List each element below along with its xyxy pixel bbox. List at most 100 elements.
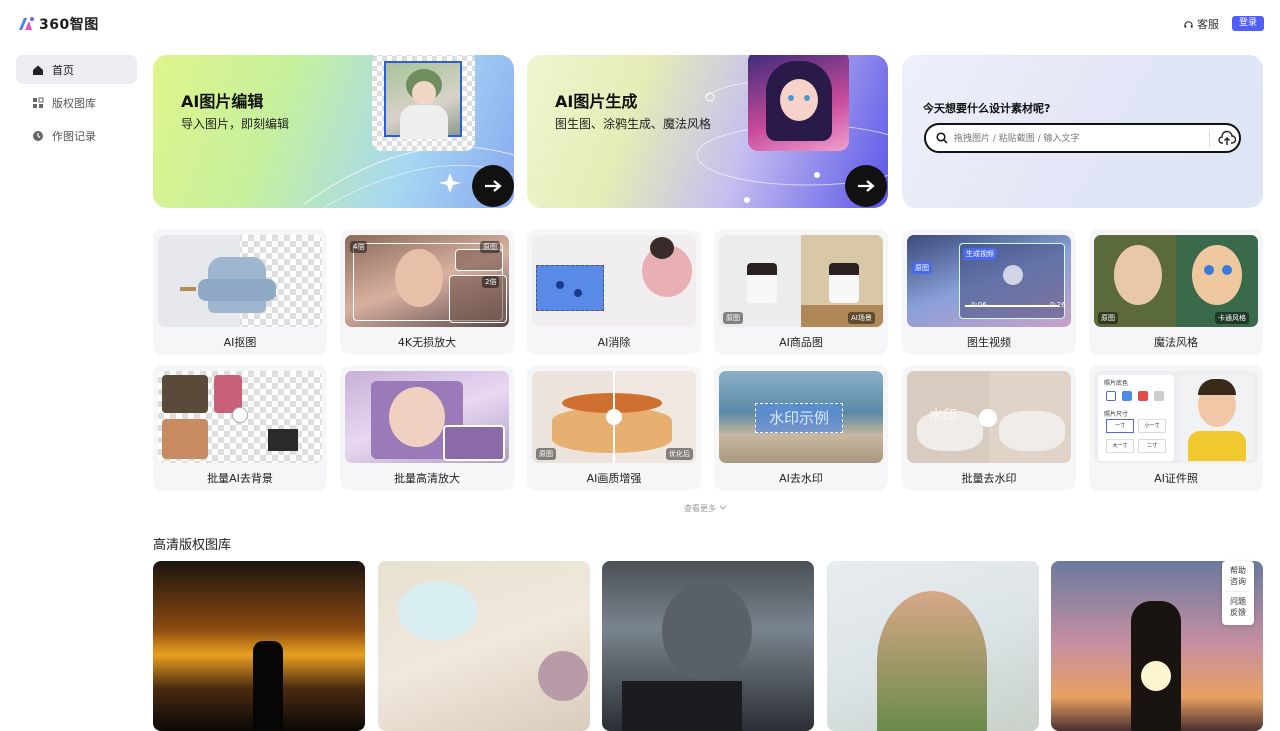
view-more-label: 查看更多 bbox=[684, 504, 716, 513]
login-button[interactable]: 登录 bbox=[1232, 16, 1264, 31]
history-icon bbox=[33, 130, 43, 141]
tool-image bbox=[158, 235, 322, 327]
tool-ai-enhance[interactable]: 原图 优化后 AI画质增强 bbox=[527, 366, 701, 490]
tool-4k-upscale[interactable]: 4倍 原图 2倍 4K无损放大 bbox=[340, 230, 514, 354]
tool-ai-id-photo[interactable]: 照片底色 照片尺寸 一寸 小一寸 大一寸 二寸 AI证件照 bbox=[1089, 366, 1263, 490]
size-option-1: 一寸 bbox=[1106, 419, 1134, 433]
sidebar-item-copyright-gallery[interactable]: 版权图库 bbox=[16, 88, 137, 117]
banner-subtitle: 图生图、涂鸦生成、魔法风格 bbox=[555, 117, 712, 131]
gallery-section-title: 高清版权图库 bbox=[153, 538, 232, 553]
original-badge: 原图 bbox=[536, 448, 556, 460]
edit-preview-image bbox=[372, 55, 475, 151]
help-line-3: 问题 bbox=[1230, 597, 1246, 606]
tool-label: 魔法风格 bbox=[1154, 336, 1198, 349]
tool-image bbox=[532, 235, 696, 327]
tool-batch-remove-bg[interactable]: 批量AI去背景 bbox=[153, 366, 327, 490]
tool-ai-cutout[interactable]: AI抠图 bbox=[153, 230, 327, 354]
tool-batch-upscale[interactable]: 批量高清放大 bbox=[340, 366, 514, 490]
tool-ai-product[interactable]: 原图 AI场景 AI商品图 bbox=[714, 230, 888, 354]
sidebar-item-label: 版权图库 bbox=[52, 96, 96, 110]
gallery-icon bbox=[33, 97, 44, 108]
gallery-image-steampunk[interactable] bbox=[602, 561, 814, 731]
sidebar-item-label: 作图记录 bbox=[52, 129, 96, 143]
banner-title: AI图片编辑 bbox=[181, 92, 264, 111]
tool-label: AI抠图 bbox=[223, 336, 257, 349]
support-button[interactable]: 客服 bbox=[1183, 16, 1219, 32]
scale-badge-4x: 4倍 bbox=[350, 241, 368, 253]
logo[interactable]: 360智图 bbox=[17, 14, 99, 34]
help-line-1: 帮助 bbox=[1230, 566, 1246, 575]
panel-bg-color-label: 照片底色 bbox=[1104, 380, 1129, 387]
banner-ai-image-generate[interactable]: AI图片生成 图生图、涂鸦生成、魔法风格 bbox=[527, 55, 888, 208]
cartoon-style-badge: 卡通风格 bbox=[1215, 312, 1249, 324]
banner-title: AI图片生成 bbox=[555, 92, 638, 111]
original-badge: 原图 bbox=[912, 262, 932, 274]
sidebar-item-history[interactable]: 作图记录 bbox=[16, 121, 137, 150]
sidebar: 首页 版权图库 作图记录 bbox=[16, 55, 137, 154]
upload-icon[interactable] bbox=[1218, 130, 1236, 146]
size-option-3: 大一寸 bbox=[1106, 439, 1134, 453]
video-time-start: 0:06 bbox=[971, 301, 987, 309]
original-badge: 原图 bbox=[1098, 312, 1118, 324]
tool-ai-remove-watermark[interactable]: 水印示例 AI去水印 bbox=[714, 366, 888, 490]
logo-mark-icon bbox=[19, 17, 34, 30]
tool-label: 批量高清放大 bbox=[394, 472, 460, 485]
sidebar-item-label: 首页 bbox=[52, 63, 74, 77]
panel-size-label: 照片尺寸 bbox=[1104, 411, 1129, 418]
feedback-button[interactable]: 问题 反馈 bbox=[1222, 596, 1254, 618]
tool-label: AI去水印 bbox=[779, 472, 823, 485]
chevron-down-icon bbox=[719, 505, 726, 510]
tool-image: 水印示例 bbox=[719, 371, 883, 463]
headset-icon bbox=[1184, 20, 1193, 28]
search-title: 今天想要什么设计素材呢? bbox=[923, 102, 1051, 115]
original-badge: 原图 bbox=[723, 312, 743, 324]
search-input[interactable] bbox=[954, 131, 1204, 147]
view-more-link[interactable]: 查看更多 bbox=[684, 503, 727, 514]
help-line-4: 反馈 bbox=[1230, 608, 1246, 617]
arrow-right-icon bbox=[858, 180, 875, 192]
tool-label: AI消除 bbox=[597, 336, 631, 349]
video-time-end: 0:26 bbox=[1050, 301, 1066, 309]
tool-ai-erase[interactable]: AI消除 bbox=[527, 230, 701, 354]
banner-arrow-button[interactable] bbox=[472, 165, 514, 207]
tool-magic-style[interactable]: 原图 卡通风格 魔法风格 bbox=[1089, 230, 1263, 354]
tool-label: 4K无损放大 bbox=[397, 336, 457, 349]
home-icon bbox=[33, 65, 43, 75]
optimized-badge: 优化后 bbox=[666, 448, 693, 460]
gallery-image-sunset[interactable] bbox=[153, 561, 365, 731]
banner-ai-image-edit[interactable]: AI图片编辑 导入图片，即刻编辑 bbox=[153, 55, 514, 208]
size-option-4: 二寸 bbox=[1138, 439, 1166, 453]
watermark-sample: 水印示例 bbox=[755, 403, 843, 433]
watermark-sample: 水印 bbox=[929, 408, 957, 424]
tool-label: 批量去水印 bbox=[961, 472, 1017, 485]
logo-text: 360智图 bbox=[39, 17, 99, 33]
search-panel: 今天想要什么设计素材呢? bbox=[902, 55, 1263, 208]
search-divider bbox=[1209, 130, 1210, 148]
tool-label: 批量AI去背景 bbox=[207, 472, 273, 485]
gallery-image-beach-flower[interactable] bbox=[378, 561, 590, 731]
tool-label: AI画质增强 bbox=[586, 472, 642, 485]
search-icon bbox=[936, 132, 948, 144]
help-consult-button[interactable]: 帮助 咨询 bbox=[1222, 561, 1254, 587]
generated-video-badge: 生成视频 bbox=[963, 248, 997, 260]
support-label: 客服 bbox=[1197, 18, 1219, 31]
tool-label: 图生视频 bbox=[967, 336, 1011, 349]
size-option-2: 小一寸 bbox=[1138, 419, 1166, 433]
tool-image: 照片底色 照片尺寸 一寸 小一寸 大一寸 二寸 bbox=[1094, 371, 1258, 463]
tool-image bbox=[158, 371, 322, 463]
gallery-image-nature-woman[interactable] bbox=[827, 561, 1039, 731]
search-box bbox=[924, 123, 1241, 153]
banner-arrow-button[interactable] bbox=[845, 165, 887, 207]
top-header: 360智图 客服 登录 bbox=[0, 0, 1280, 48]
help-widget: 帮助 咨询 问题 反馈 bbox=[1222, 561, 1254, 625]
tool-label: AI证件照 bbox=[1154, 472, 1198, 485]
tool-image-to-video[interactable]: 原图 生成视频 0:06 0:26 图生视频 bbox=[902, 230, 1076, 354]
scale-badge-2x: 2倍 bbox=[482, 276, 500, 288]
help-divider bbox=[1226, 591, 1250, 592]
generate-preview-image bbox=[748, 55, 849, 151]
sidebar-item-home[interactable]: 首页 bbox=[16, 55, 137, 84]
original-badge: 原图 bbox=[480, 241, 500, 253]
help-line-2: 咨询 bbox=[1230, 577, 1246, 586]
ai-scene-badge: AI场景 bbox=[848, 312, 875, 324]
tool-batch-remove-watermark[interactable]: 水印 批量去水印 bbox=[902, 366, 1076, 490]
